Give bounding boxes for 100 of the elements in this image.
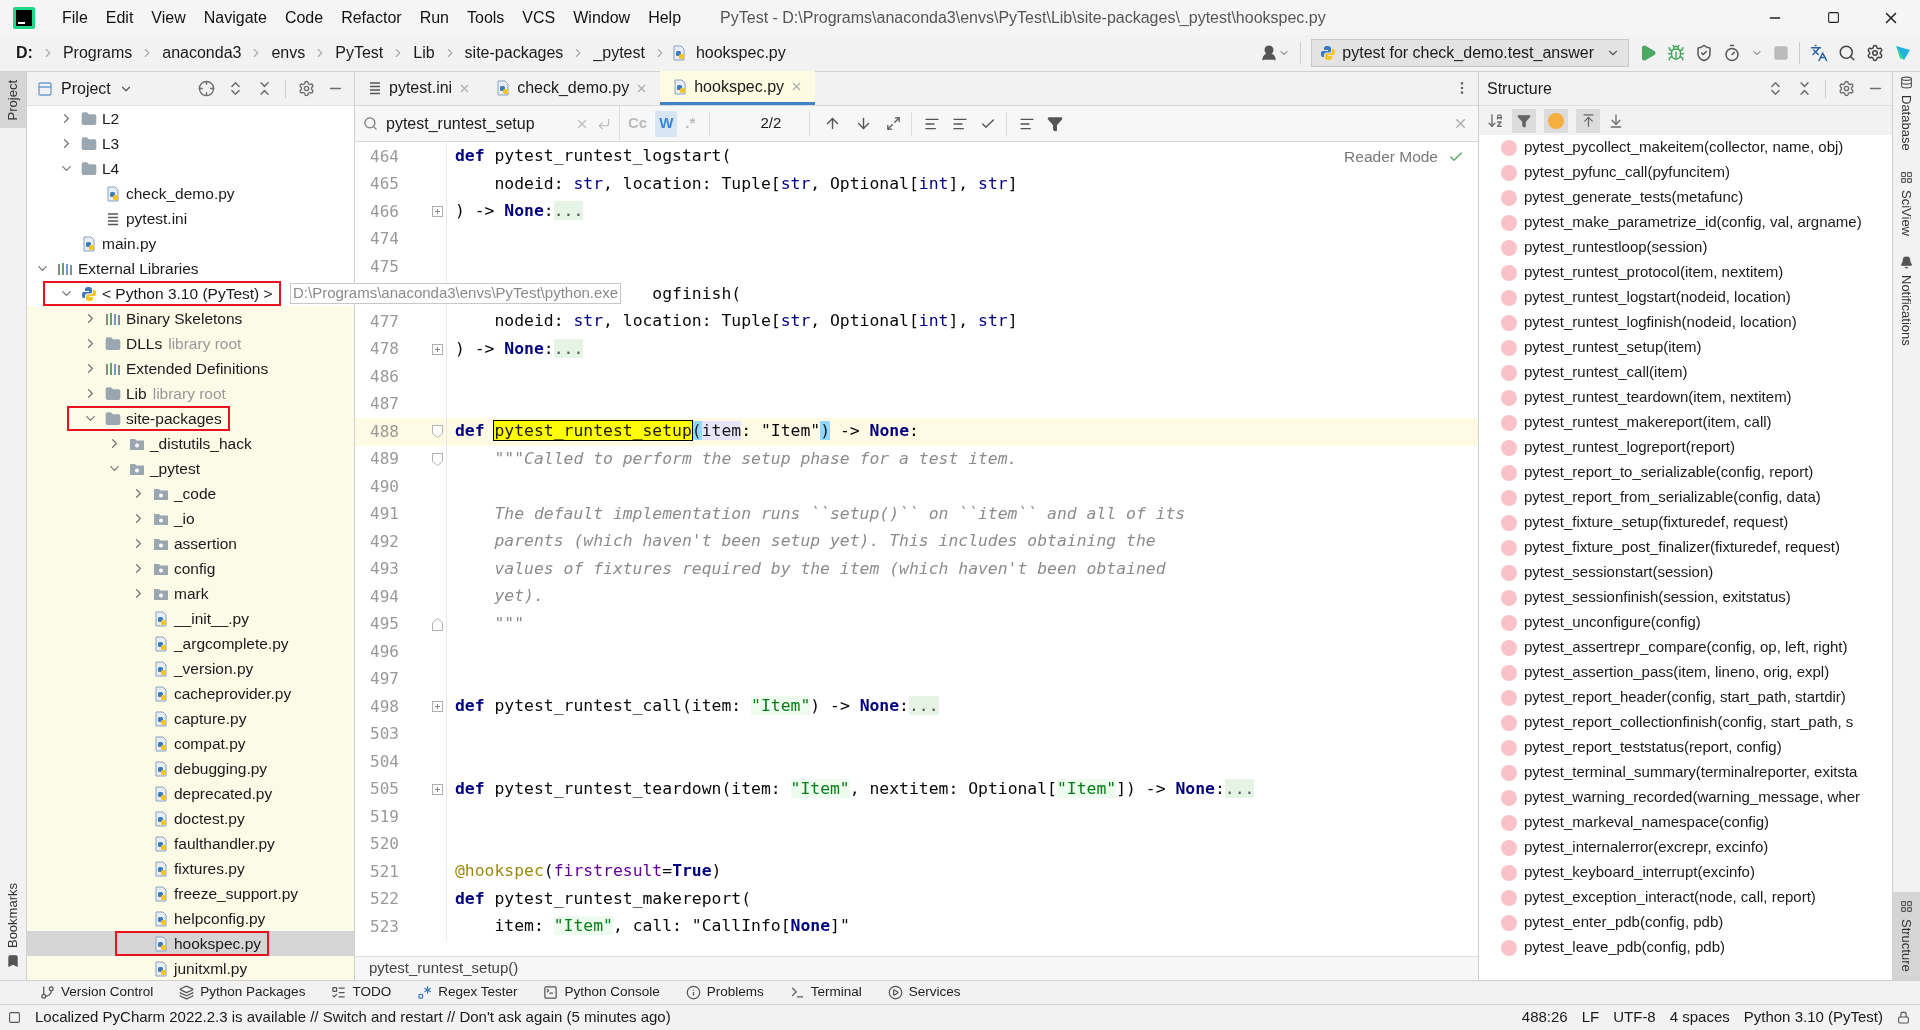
tree-row[interactable]: capture.py: [27, 706, 354, 731]
tree-row[interactable]: _code: [27, 481, 354, 506]
tree-row[interactable]: Extended Definitions: [27, 356, 354, 381]
menu-item[interactable]: Run: [410, 5, 458, 30]
structure-item[interactable]: pytest_make_parametrize_id(config, val, argname): [1479, 210, 1892, 235]
tree-row[interactable]: doctest.py: [27, 806, 354, 831]
tree-row[interactable]: _argcomplete.py: [27, 631, 354, 656]
tree-row[interactable]: debugging.py: [27, 756, 354, 781]
restore-icon[interactable]: [1826, 11, 1840, 24]
fold-expand-icon[interactable]: [432, 206, 443, 218]
tree-row[interactable]: L2: [27, 106, 354, 131]
tool-window-button[interactable]: TODO: [331, 982, 392, 1003]
show-functions-toggle[interactable]: [1544, 108, 1568, 133]
tree-row[interactable]: mark: [27, 581, 354, 606]
status-item[interactable]: 4 spaces: [1669, 1006, 1730, 1029]
reader-mode-label[interactable]: Reader Mode: [1344, 145, 1438, 169]
breadcrumb[interactable]: site-packages: [460, 41, 568, 65]
menu-item[interactable]: Navigate: [194, 5, 276, 30]
layout-icon[interactable]: [8, 1011, 21, 1024]
fold-expand-icon[interactable]: [432, 701, 443, 713]
status-message[interactable]: Localized PyCharm 2022.2.3 is available // Switch and restart // Don't ask again (5 minutes ago): [35, 1006, 671, 1029]
tool-window-button[interactable]: Version Control: [40, 982, 154, 1003]
tree-row[interactable]: L4: [27, 156, 354, 181]
tree-row[interactable]: cacheprovider.py: [27, 681, 354, 706]
status-item[interactable]: 488:26: [1521, 1006, 1568, 1029]
structure-item[interactable]: pytest_report_to_serializable(config, report): [1479, 460, 1892, 485]
structure-item[interactable]: pytest_sessionstart(session): [1479, 560, 1892, 585]
menu-item[interactable]: VCS: [513, 5, 565, 30]
tree-row[interactable]: __init__.py: [27, 606, 354, 631]
structure-item[interactable]: pytest_runtestloop(session): [1479, 235, 1892, 260]
status-item[interactable]: LF: [1581, 1006, 1600, 1029]
menu-item[interactable]: File: [53, 5, 97, 30]
breadcrumb[interactable]: Lib: [409, 41, 439, 65]
lock-icon[interactable]: [1897, 1011, 1910, 1024]
tree-row[interactable]: config: [27, 556, 354, 581]
breadcrumb[interactable]: envs: [267, 41, 310, 65]
structure-item[interactable]: pytest_runtest_call(item): [1479, 360, 1892, 385]
tool-window-button[interactable]: Terminal: [789, 982, 862, 1003]
search-icon[interactable]: [1838, 44, 1856, 62]
structure-item[interactable]: pytest_warning_recorded(warning_message, wher: [1479, 785, 1892, 810]
breadcrumb[interactable]: D:: [12, 41, 37, 65]
structure-item[interactable]: pytest_runtest_protocol(item, nextitem): [1479, 260, 1892, 285]
menu-item[interactable]: Window: [564, 5, 640, 30]
tool-window-button[interactable]: Regex Tester: [417, 982, 518, 1003]
menu-item[interactable]: Code: [275, 5, 333, 30]
tree-row[interactable]: main.py: [27, 231, 354, 256]
structure-item[interactable]: pytest_sessionfinish(session, exitstatus): [1479, 585, 1892, 610]
structure-item[interactable]: pytest_markeval_namespace(config): [1479, 810, 1892, 835]
tree-row[interactable]: hookspec.py: [27, 931, 354, 956]
structure-item[interactable]: pytest_unconfigure(config): [1479, 610, 1892, 635]
breadcrumb[interactable]: _pytest: [589, 41, 649, 65]
tree-row[interactable]: deprecated.py: [27, 781, 354, 806]
editor-tab[interactable]: hookspec.py: [660, 71, 816, 105]
run-icon[interactable]: [1639, 44, 1657, 62]
app-badge-icon[interactable]: [1894, 44, 1912, 62]
autoscroll-to-source-toggle[interactable]: [1576, 108, 1600, 133]
structure-item[interactable]: pytest_pycollect_makeitem(collector, name, obj): [1479, 135, 1892, 160]
user-icon[interactable]: [1260, 44, 1279, 62]
tree-row[interactable]: External Libraries: [27, 256, 354, 281]
tree-row[interactable]: compat.py: [27, 731, 354, 756]
translate-icon[interactable]: [1810, 44, 1828, 62]
tree-row[interactable]: _io: [27, 506, 354, 531]
structure-item[interactable]: pytest_internalerror(excrepr, excinfo): [1479, 835, 1892, 860]
debug-icon[interactable]: [1667, 44, 1685, 62]
tool-window-tab[interactable]: Database: [1896, 95, 1917, 151]
tree-row[interactable]: freeze_support.py: [27, 881, 354, 906]
find-field[interactable]: pytest_runtest_setup: [386, 111, 535, 136]
structure-item[interactable]: pytest_report_teststatus(report, config): [1479, 735, 1892, 760]
tool-window-button[interactable]: Problems: [685, 982, 764, 1003]
breadcrumb[interactable]: PyTest: [331, 41, 388, 65]
menu-item[interactable]: Tools: [458, 5, 514, 30]
tree-row[interactable]: Lib library root: [27, 381, 354, 406]
structure-item[interactable]: pytest_runtest_logfinish(nodeid, location): [1479, 310, 1892, 335]
sort-icon[interactable]: [1487, 112, 1504, 129]
menu-item[interactable]: View: [142, 5, 195, 30]
tree-row[interactable]: helpconfig.py: [27, 906, 354, 931]
coverage-icon[interactable]: [1695, 44, 1713, 62]
tool-window-tab[interactable]: SciView: [1896, 189, 1917, 236]
structure-item[interactable]: pytest_runtest_logstart(nodeid, location): [1479, 285, 1892, 310]
tree-row[interactable]: pytest.ini: [27, 206, 354, 231]
tree-row[interactable]: site-packages: [27, 406, 354, 431]
profile-icon[interactable]: [1723, 44, 1741, 62]
structure-item[interactable]: pytest_terminal_summary(terminalreporter, exitsta: [1479, 760, 1892, 785]
database-icon[interactable]: [1900, 76, 1913, 89]
structure-item[interactable]: pytest_keyboard_interrupt(excinfo): [1479, 860, 1892, 885]
tree-row[interactable]: check_demo.py: [27, 181, 354, 206]
structure-item[interactable]: pytest_fixture_setup(fixturedef, request): [1479, 510, 1892, 535]
structure-item[interactable]: pytest_exception_interact(node, call, report): [1479, 885, 1892, 910]
structure-item[interactable]: pytest_report_collectionfinish(config, start_path, s: [1479, 710, 1892, 735]
menu-item[interactable]: Refactor: [332, 5, 411, 30]
structure-item[interactable]: pytest_pyfunc_call(pyfuncitem): [1479, 160, 1892, 185]
structure-item[interactable]: pytest_enter_pdb(config, pdb): [1479, 910, 1892, 935]
settings-icon[interactable]: [1866, 44, 1884, 62]
grid-icon[interactable]: [1900, 170, 1913, 184]
tree-row[interactable]: junitxml.py: [27, 956, 354, 980]
structure-item[interactable]: pytest_generate_tests(metafunc): [1479, 185, 1892, 210]
structure-item[interactable]: pytest_fixture_post_finalizer(fixturedef, request): [1479, 535, 1892, 560]
menu-item[interactable]: Help: [639, 5, 691, 30]
structure-item[interactable]: pytest_runtest_setup(item): [1479, 335, 1892, 360]
tool-window-button[interactable]: Python Packages: [179, 982, 306, 1003]
